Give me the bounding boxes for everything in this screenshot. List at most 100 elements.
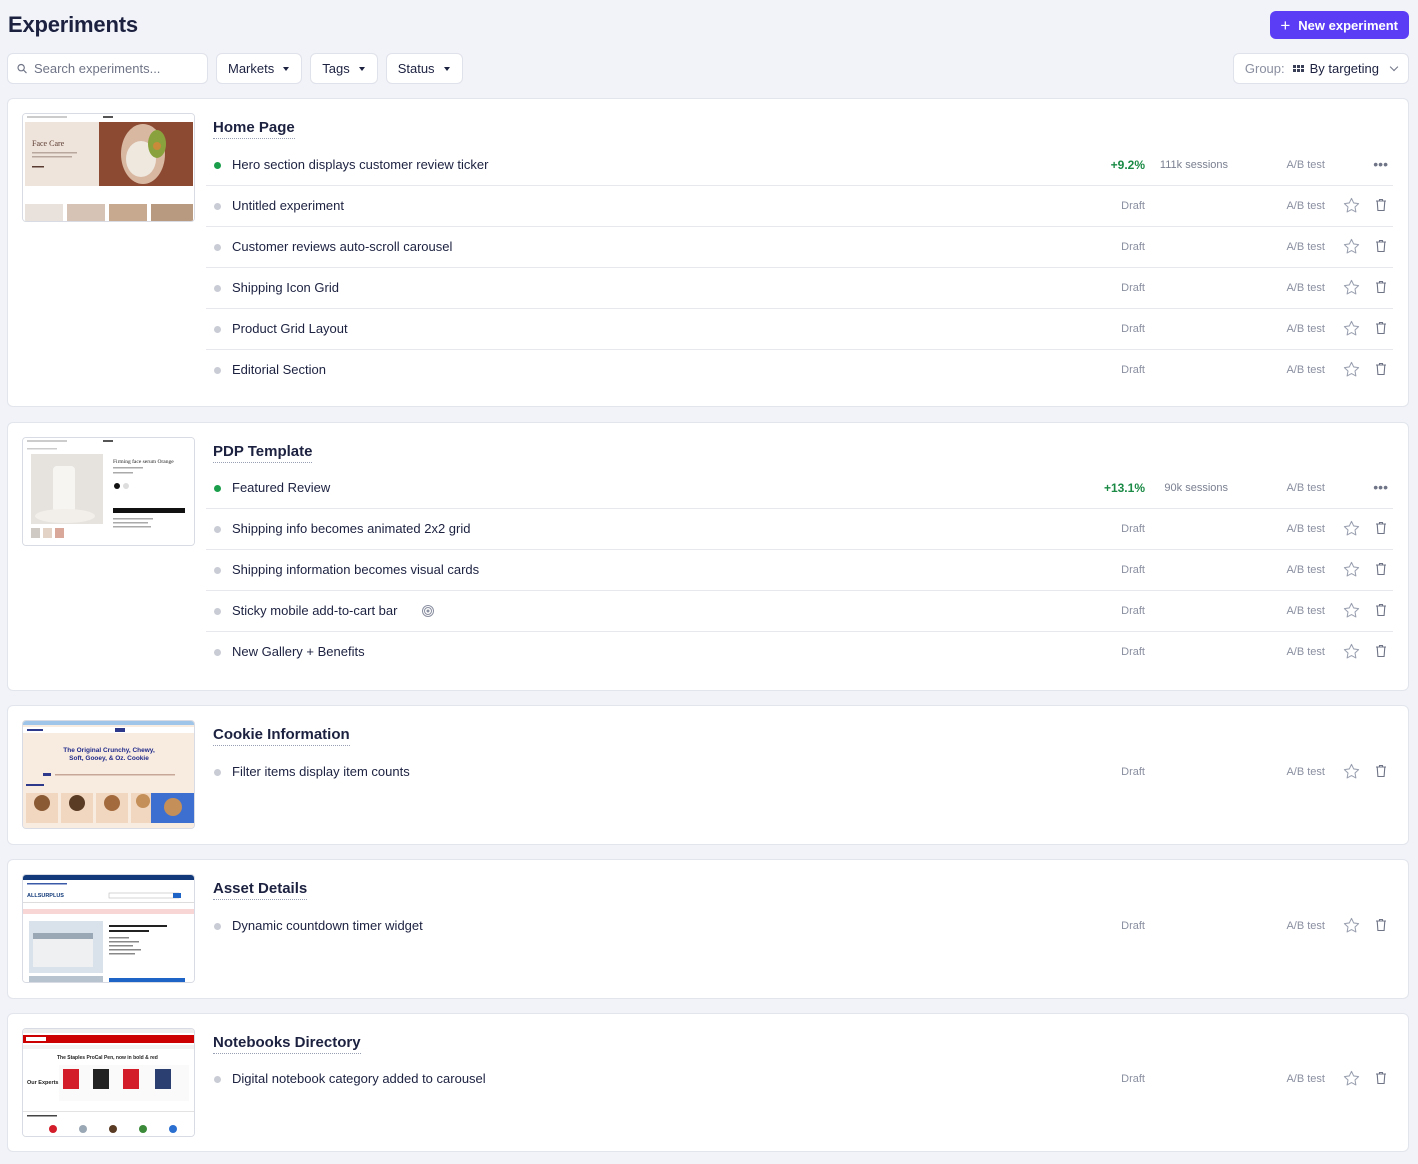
trash-icon[interactable]: [1375, 562, 1387, 576]
experiment-row[interactable]: Shipping info becomes animated 2x2 grid …: [206, 509, 1393, 550]
experiment-name[interactable]: Customer reviews auto-scroll carousel: [232, 239, 452, 254]
experiment-list: Filter items display item counts Draft A…: [206, 752, 1393, 793]
session-count: 111k sessions: [1159, 159, 1228, 171]
trash-icon[interactable]: [1375, 198, 1387, 212]
experiment-type: A/B test: [1286, 482, 1325, 494]
page-thumbnail[interactable]: The Original Crunchy, Chewy, Soft, Gooey…: [22, 720, 195, 829]
experiment-name[interactable]: Editorial Section: [232, 362, 326, 377]
filter-markets[interactable]: Markets: [216, 53, 303, 84]
lift-value: +13.1%: [1103, 481, 1145, 495]
status-dot-live: [214, 162, 221, 169]
star-icon[interactable]: [1342, 642, 1361, 661]
star-icon[interactable]: [1342, 560, 1361, 579]
experiment-name[interactable]: New Gallery + Benefits: [232, 644, 365, 659]
group-title[interactable]: PDP Template: [213, 443, 313, 463]
page-thumbnail[interactable]: The Staples ProCal Pen, now in bold & re…: [22, 1028, 195, 1137]
page-thumbnail[interactable]: Firming face serum Orange: [22, 437, 195, 546]
star-icon[interactable]: [1342, 916, 1361, 935]
star-icon[interactable]: [1342, 762, 1361, 781]
filter-status[interactable]: Status: [385, 53, 463, 84]
group-title[interactable]: Asset Details: [213, 880, 308, 900]
session-count: 90k sessions: [1164, 482, 1228, 494]
filter-toolbar: Markets Tags Status Group: By targeting: [7, 53, 1409, 84]
experiment-row[interactable]: Shipping Icon Grid Draft A/B test: [206, 268, 1393, 309]
experiment-row[interactable]: Editorial Section Draft A/B test: [206, 350, 1393, 391]
star-icon[interactable]: [1342, 519, 1361, 538]
experiment-row[interactable]: Hero section displays customer review ti…: [206, 145, 1393, 186]
svg-text:ALLSURPLUS: ALLSURPLUS: [27, 893, 64, 899]
experiment-type: A/B test: [1286, 364, 1325, 376]
experiment-row[interactable]: Featured Review +13.1% 90k sessions A/B …: [206, 468, 1393, 509]
experiment-name[interactable]: Hero section displays customer review ti…: [232, 157, 488, 172]
experiment-row[interactable]: Customer reviews auto-scroll carousel Dr…: [206, 227, 1393, 268]
star-icon[interactable]: [1342, 601, 1361, 620]
experiment-row[interactable]: Untitled experiment Draft A/B test: [206, 186, 1393, 227]
status-label: Draft: [1121, 241, 1145, 253]
experiment-name[interactable]: Untitled experiment: [232, 198, 344, 213]
group-card-pdp-template: Firming face serum Orange PDP Template F…: [7, 422, 1409, 691]
group-card-home-page: Face Care Home Page Hero section display…: [7, 98, 1409, 407]
star-icon[interactable]: [1342, 278, 1361, 297]
experiment-type: A/B test: [1286, 523, 1325, 535]
experiment-row[interactable]: Digital notebook category added to carou…: [206, 1059, 1393, 1100]
star-icon[interactable]: [1342, 360, 1361, 379]
experiment-name[interactable]: Sticky mobile add-to-cart bar: [232, 603, 397, 618]
experiment-name[interactable]: Dynamic countdown timer widget: [232, 918, 423, 933]
star-icon[interactable]: [1342, 237, 1361, 256]
trash-icon[interactable]: [1375, 280, 1387, 294]
trash-icon[interactable]: [1375, 362, 1387, 376]
experiment-row[interactable]: Dynamic countdown timer widget Draft A/B…: [206, 906, 1393, 947]
experiment-row[interactable]: Shipping information becomes visual card…: [206, 550, 1393, 591]
more-options-icon[interactable]: •••: [1373, 479, 1388, 495]
page-thumbnail[interactable]: Face Care: [22, 113, 195, 222]
star-icon[interactable]: [1342, 319, 1361, 338]
group-by-select[interactable]: Group: By targeting: [1232, 53, 1409, 84]
experiment-name[interactable]: Featured Review: [232, 480, 330, 495]
experiment-name[interactable]: Shipping info becomes animated 2x2 grid: [232, 521, 470, 536]
status-dot-draft: [214, 244, 221, 251]
status-dot-draft: [214, 526, 221, 533]
experiment-type: A/B test: [1286, 1073, 1325, 1085]
trash-icon[interactable]: [1375, 321, 1387, 335]
experiment-row[interactable]: Product Grid Layout Draft A/B test: [206, 309, 1393, 350]
svg-text:Soft, Gooey, & Oz. Cookie: Soft, Gooey, & Oz. Cookie: [69, 755, 149, 762]
trash-icon[interactable]: [1375, 521, 1387, 535]
group-title[interactable]: Cookie Information: [213, 726, 350, 746]
trash-icon[interactable]: [1375, 603, 1387, 617]
group-title[interactable]: Notebooks Directory: [213, 1034, 361, 1054]
group-title[interactable]: Home Page: [213, 119, 295, 139]
new-experiment-label: New experiment: [1298, 17, 1398, 33]
status-dot-draft: [214, 649, 221, 656]
filter-tags[interactable]: Tags: [310, 53, 378, 84]
filter-markets-label: Markets: [228, 61, 275, 76]
experiment-row[interactable]: New Gallery + Benefits Draft A/B test: [206, 632, 1393, 673]
experiment-name[interactable]: Product Grid Layout: [232, 321, 348, 336]
trash-icon[interactable]: [1375, 764, 1387, 778]
experiment-name[interactable]: Shipping Icon Grid: [232, 280, 339, 295]
new-experiment-button[interactable]: + New experiment: [1270, 11, 1409, 39]
status-label: Draft: [1121, 646, 1145, 658]
trash-icon[interactable]: [1375, 239, 1387, 253]
more-options-icon[interactable]: •••: [1373, 156, 1388, 172]
experiment-row[interactable]: Filter items display item counts Draft A…: [206, 752, 1393, 793]
experiment-name[interactable]: Filter items display item counts: [232, 764, 410, 779]
experiment-type: A/B test: [1286, 605, 1325, 617]
svg-text:The Staples ProCal Pen, now in: The Staples ProCal Pen, now in bold & re…: [57, 1055, 158, 1061]
page-thumbnail[interactable]: ALLSURPLUS: [22, 874, 195, 983]
trash-icon[interactable]: [1375, 918, 1387, 932]
experiment-type: A/B test: [1286, 564, 1325, 576]
trash-icon[interactable]: [1375, 1071, 1387, 1085]
search-icon: [17, 63, 27, 74]
search-box[interactable]: [7, 53, 208, 84]
star-icon[interactable]: [1342, 196, 1361, 215]
experiment-name[interactable]: Digital notebook category added to carou…: [232, 1071, 486, 1086]
trash-icon[interactable]: [1375, 644, 1387, 658]
thumbnail-image: ALLSURPLUS: [23, 875, 194, 982]
status-label: Draft: [1121, 605, 1145, 617]
star-icon[interactable]: [1342, 1069, 1361, 1088]
svg-text:Firming face serum Orange: Firming face serum Orange: [113, 458, 174, 465]
experiment-name[interactable]: Shipping information becomes visual card…: [232, 562, 479, 577]
group-by-label: Group:: [1244, 61, 1285, 76]
search-input[interactable]: [33, 61, 198, 76]
experiment-row[interactable]: Sticky mobile add-to-cart bar Draft A/B …: [206, 591, 1393, 632]
